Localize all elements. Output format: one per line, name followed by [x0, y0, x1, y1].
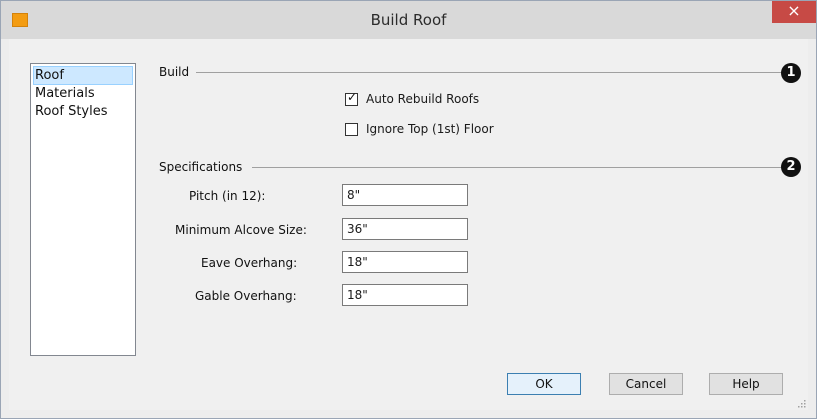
sidebar-list: Roof Materials Roof Styles: [30, 63, 136, 356]
dialog-title: Build Roof: [370, 11, 447, 29]
gable-overhang-label: Gable Overhang:: [195, 289, 297, 303]
sidebar-item-roof-styles[interactable]: Roof Styles: [31, 103, 135, 121]
checkmark-icon: ✓: [347, 89, 358, 104]
ignore-top-floor-checkbox[interactable]: [345, 122, 358, 136]
specifications-divider: [252, 167, 782, 168]
minimum-alcove-size-field[interactable]: 36": [342, 218, 468, 240]
cancel-button[interactable]: Cancel: [609, 373, 683, 395]
auto-rebuild-roofs-label: Auto Rebuild Roofs: [366, 92, 480, 106]
build-roof-dialog: Build Roof × Roof Materials Roof Styles …: [0, 0, 817, 419]
auto-rebuild-roofs-checkbox[interactable]: ✓: [345, 89, 358, 106]
help-button[interactable]: Help: [709, 373, 783, 395]
gable-overhang-field[interactable]: 18": [342, 284, 468, 306]
pitch-field[interactable]: 8": [342, 184, 468, 206]
ignore-top-floor-row[interactable]: Ignore Top (1st) Floor: [345, 122, 494, 136]
dialog-body: Roof Materials Roof Styles Build 1 ✓ Aut…: [9, 39, 808, 410]
title-bar: Build Roof ×: [1, 1, 816, 39]
minimum-alcove-size-label: Minimum Alcove Size:: [175, 223, 307, 237]
sidebar-item-roof[interactable]: Roof: [33, 66, 133, 85]
auto-rebuild-roofs-row[interactable]: ✓ Auto Rebuild Roofs: [345, 89, 480, 106]
eave-overhang-label: Eave Overhang:: [201, 256, 298, 270]
ignore-top-floor-label: Ignore Top (1st) Floor: [366, 122, 494, 136]
eave-overhang-field[interactable]: 18": [342, 251, 468, 273]
ok-button[interactable]: OK: [507, 373, 581, 395]
resize-grip-icon[interactable]: [798, 400, 806, 408]
build-section-label: Build: [159, 65, 190, 79]
pitch-label: Pitch (in 12):: [189, 189, 266, 203]
specifications-section-label: Specifications: [159, 160, 243, 174]
close-icon[interactable]: ×: [772, 1, 816, 23]
build-divider: [196, 72, 782, 73]
sidebar-item-materials[interactable]: Materials: [31, 85, 135, 103]
callout-marker-1: 1: [781, 63, 801, 83]
callout-marker-2: 2: [781, 157, 801, 177]
